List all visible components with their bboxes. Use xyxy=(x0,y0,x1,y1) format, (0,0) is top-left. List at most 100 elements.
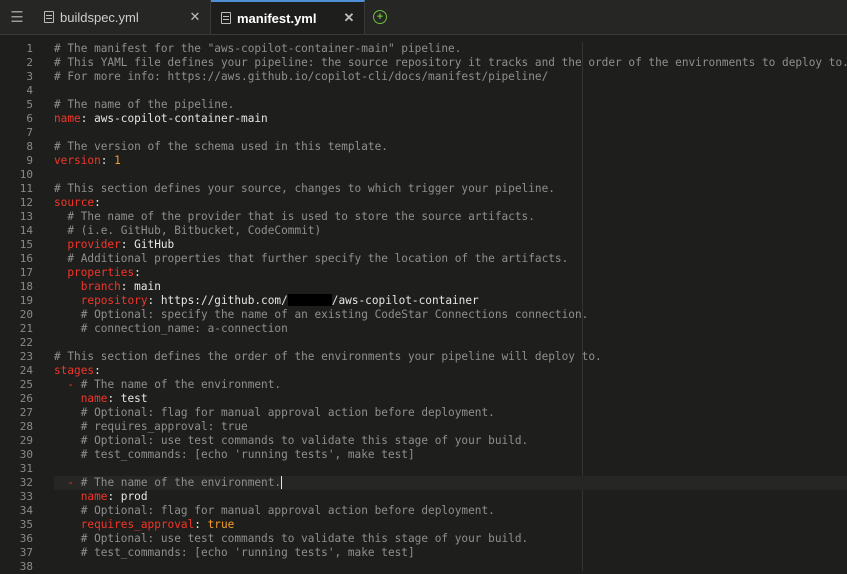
code-line[interactable] xyxy=(54,126,847,140)
comment-token: # Additional properties that further spe… xyxy=(54,252,569,265)
code-line[interactable]: # The manifest for the "aws-copilot-cont… xyxy=(54,42,847,56)
code-line[interactable]: name: test xyxy=(54,392,847,406)
line-number: 25 xyxy=(19,378,33,391)
code-line[interactable]: - # The name of the environment. xyxy=(54,378,847,392)
code-line[interactable] xyxy=(54,84,847,98)
line-number: 7 xyxy=(26,126,33,139)
text-token: : https://github.com/ xyxy=(147,294,288,307)
comment-token: # The name of the pipeline. xyxy=(54,98,235,111)
code-line[interactable] xyxy=(54,462,847,476)
code-line[interactable]: name: aws-copilot-container-main xyxy=(54,112,847,126)
code-line[interactable]: provider: GitHub xyxy=(54,238,847,252)
line-number-gutter: 1 2 3 4 5 6 7 8 9 10 11 12 13 14 15 16 17 18 19 20 21 22 23 24 2… xyxy=(0,42,33,574)
redacted-text xyxy=(287,294,332,306)
code-line[interactable]: # The name of the provider that is used … xyxy=(54,210,847,224)
text-token: /aws-copilot-container xyxy=(331,294,479,307)
code-line[interactable]: # (i.e. GitHub, Bitbucket, CodeCommit) xyxy=(54,224,847,238)
code-line[interactable]: # The version of the schema used in this… xyxy=(54,140,847,154)
comment-token: # Optional: flag for manual approval act… xyxy=(54,504,495,517)
line-number: 13 xyxy=(19,210,33,223)
key-token: name xyxy=(80,490,108,503)
code-line[interactable]: # This section defines your source, chan… xyxy=(54,182,847,196)
code-line[interactable]: # test_commands: [echo 'running tests', … xyxy=(54,448,847,462)
text-token: : prod xyxy=(107,490,148,503)
close-icon[interactable]: ✕ xyxy=(342,10,356,26)
line-number: 26 xyxy=(19,392,33,405)
key-token: requires_approval xyxy=(80,518,195,531)
code-line[interactable]: # Additional properties that further spe… xyxy=(54,252,847,266)
comment-token: # The name of the environment. xyxy=(74,476,282,489)
code-line[interactable]: branch: main xyxy=(54,280,847,294)
code-line[interactable]: version: 1 xyxy=(54,154,847,168)
comment-token: # For more info: https://aws.github.io/c… xyxy=(54,70,549,83)
key-token: name xyxy=(54,112,81,125)
code-line[interactable]: # Optional: flag for manual approval act… xyxy=(54,406,847,420)
code-line[interactable]: # This YAML file defines your pipeline: … xyxy=(54,56,847,70)
line-number: 24 xyxy=(19,364,33,377)
code-area[interactable]: # The manifest for the "aws-copilot-cont… xyxy=(54,42,847,574)
text-token: : aws-copilot-container-main xyxy=(80,112,268,125)
comment-token: # Optional: use test commands to validat… xyxy=(54,434,529,447)
code-line[interactable]: # Optional: flag for manual approval act… xyxy=(54,504,847,518)
menu-icon[interactable]: ☰ xyxy=(0,0,34,34)
text-token: : main xyxy=(120,280,161,293)
line-number: 4 xyxy=(26,84,33,97)
line-number: 5 xyxy=(26,98,33,111)
line-number: 18 xyxy=(19,280,33,293)
code-line[interactable]: # The name of the pipeline. xyxy=(54,98,847,112)
code-line[interactable]: - # The name of the environment. xyxy=(54,476,847,490)
line-number: 15 xyxy=(19,238,33,251)
new-tab-button[interactable]: + xyxy=(365,0,395,34)
key-token: properties xyxy=(67,266,135,279)
code-line[interactable]: # Optional: specify the name of an exist… xyxy=(54,308,847,322)
code-line[interactable] xyxy=(54,168,847,182)
tab-manifest[interactable]: manifest.yml ✕ xyxy=(211,0,365,34)
comment-token: # (i.e. GitHub, Bitbucket, CodeCommit) xyxy=(54,224,322,237)
code-line[interactable]: # Optional: use test commands to validat… xyxy=(54,532,847,546)
code-line[interactable]: # Optional: use test commands to validat… xyxy=(54,434,847,448)
tab-bar: ☰ buildspec.yml ✕ manifest.yml ✕ + xyxy=(0,0,847,35)
code-editor[interactable]: 1 2 3 4 5 6 7 8 9 10 11 12 13 14 15 16 17 18 19 20 21 22 23 24 2… xyxy=(0,42,847,574)
line-number: 1 xyxy=(26,42,33,55)
code-line[interactable]: # connection_name: a-connection xyxy=(54,322,847,336)
value-token: true xyxy=(207,518,235,531)
line-number: 29 xyxy=(19,434,33,447)
comment-token: # This section defines the order of the … xyxy=(54,350,602,363)
comment-token: # test_commands: [echo 'running tests', … xyxy=(54,448,415,461)
code-line[interactable]: # For more info: https://aws.github.io/c… xyxy=(54,70,847,84)
code-line[interactable]: requires_approval: true xyxy=(54,518,847,532)
code-line[interactable]: # This section defines the order of the … xyxy=(54,350,847,364)
code-line[interactable]: name: prod xyxy=(54,490,847,504)
code-line[interactable]: repository: https://github.com/ /aws-copi… xyxy=(54,294,847,308)
text-token: : xyxy=(94,364,101,377)
line-number: 32 xyxy=(19,476,33,489)
line-number: 2 xyxy=(26,56,33,69)
line-number: 17 xyxy=(19,266,33,279)
line-number: 22 xyxy=(19,336,33,349)
code-line[interactable] xyxy=(54,560,847,574)
line-number: 36 xyxy=(19,532,33,545)
line-number: 21 xyxy=(19,322,33,335)
close-icon[interactable]: ✕ xyxy=(188,9,202,25)
key-token: repository xyxy=(80,294,148,307)
code-line[interactable]: # test_commands: [echo 'running tests', … xyxy=(54,546,847,560)
code-line[interactable]: source: xyxy=(54,196,847,210)
key-token: name xyxy=(80,392,108,405)
code-line[interactable]: # requires_approval: true xyxy=(54,420,847,434)
line-number: 37 xyxy=(19,546,33,559)
code-line[interactable]: stages: xyxy=(54,364,847,378)
code-line[interactable]: properties: xyxy=(54,266,847,280)
file-icon xyxy=(221,12,231,24)
code-line[interactable] xyxy=(54,336,847,350)
key-token: branch xyxy=(80,280,121,293)
tab-buildspec[interactable]: buildspec.yml ✕ xyxy=(34,0,211,34)
add-icon: + xyxy=(373,10,387,24)
comment-token: # This YAML file defines your pipeline: … xyxy=(54,56,847,69)
